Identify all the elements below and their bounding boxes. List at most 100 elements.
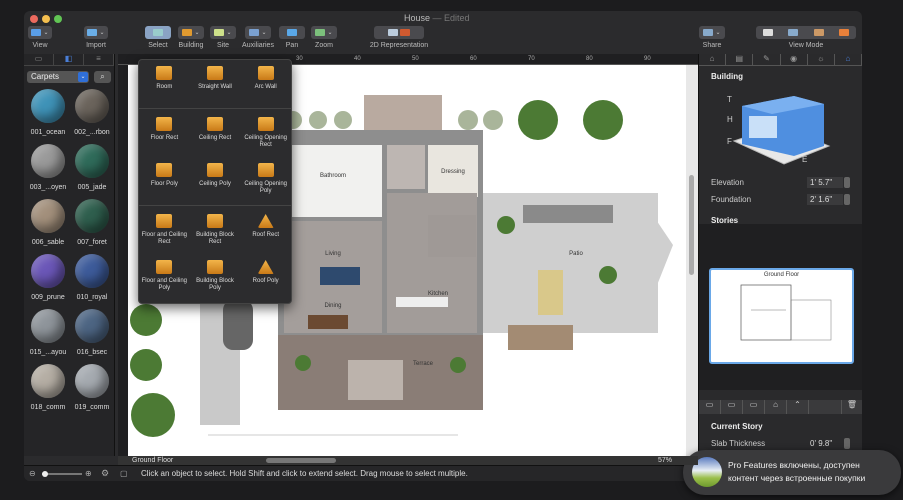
slab-thickness-label: Slab Thickness [711, 439, 766, 448]
pan-icon [287, 29, 297, 36]
ceiling-rect-icon [206, 117, 223, 131]
add-story-above-icon[interactable]: ▭ [699, 400, 721, 414]
sun-tab-icon[interactable]: ☼ [808, 54, 835, 65]
trash-icon[interactable]: 🗑 [841, 400, 862, 414]
toolbar-2d-representation[interactable]: 2D Representation [364, 26, 434, 49]
building-tab-icon[interactable]: ⌂ [835, 54, 862, 65]
roof-view-icon[interactable] [839, 29, 850, 36]
material-item[interactable]: 006_sable [26, 199, 70, 246]
toolbar-select[interactable]: Select [144, 26, 172, 49]
menu-item-floor-and-ceiling-rect[interactable]: Floor and Ceiling Rect [139, 208, 190, 254]
toolbar-auxiliaries[interactable]: ⌄ Auxiliaries [238, 26, 278, 49]
pencil-tab-icon[interactable]: ✎ [753, 54, 781, 65]
material-swatch [31, 364, 65, 398]
building-diagram: T H F E [727, 95, 831, 165]
camera-tab-icon[interactable]: ◉ [781, 54, 808, 65]
material-item[interactable]: 007_foret [70, 199, 114, 246]
menu-item-straight-wall[interactable]: Straight Wall [190, 60, 241, 106]
toolbar-view[interactable]: ⌄ View [28, 26, 52, 49]
menu-item-building-block-rect[interactable]: Building Block Rect [190, 208, 241, 254]
menu-item-label: Building Block Poly [196, 278, 234, 291]
minimize-button[interactable] [42, 15, 50, 23]
material-item[interactable]: 003_...oyen [26, 144, 70, 191]
story-toolbar: ▭ ▭ ▭ ⌂ ⌃ 🗑 [699, 400, 862, 414]
menu-item-ceiling-poly[interactable]: Ceiling Poly [190, 157, 241, 203]
menu-item-room[interactable]: Room [139, 60, 190, 106]
material-item[interactable]: 001_ocean [26, 89, 70, 136]
close-button[interactable] [30, 15, 38, 23]
bathroom-floor [284, 145, 382, 217]
zoom-out-icon[interactable]: ⊖ [29, 469, 36, 478]
material-name: 007_foret [77, 239, 107, 246]
menu-item-label: Floor Poly [150, 181, 178, 187]
story-card-ground-floor[interactable]: Ground Floor [709, 268, 854, 364]
thumbnail-size-slider[interactable] [42, 471, 82, 477]
menu-item-label: Building Block Rect [196, 232, 234, 245]
toolbar-site[interactable]: ⌄ Site [208, 26, 238, 49]
materials-tab-icon[interactable]: ◧ [54, 54, 84, 65]
category-select[interactable]: Carpets ⌄ [27, 71, 89, 83]
menu-item-arc-wall[interactable]: Arc Wall [240, 60, 291, 106]
slab-thickness-stepper[interactable] [844, 438, 850, 449]
print-tab-icon[interactable]: ▤ [726, 54, 754, 65]
menu-item-label: Floor and Ceiling Poly [141, 278, 187, 291]
list-tab-icon[interactable]: ≡ [84, 54, 114, 65]
add-story-below-icon[interactable]: ▭ [721, 400, 743, 414]
menu-item-ceiling-opening-poly[interactable]: Ceiling Opening Poly [240, 157, 291, 203]
material-item[interactable]: 002_...rbon [70, 89, 114, 136]
stories-list: Ground Floor [699, 224, 862, 390]
material-item[interactable]: 015_...ayou [26, 309, 70, 356]
toolbar-import[interactable]: ⌄ Import [82, 26, 110, 49]
room-label-bathroom: Bathroom [320, 173, 346, 179]
menu-item-floor-poly[interactable]: Floor Poly [139, 157, 190, 203]
material-name: 009_prune [31, 294, 65, 301]
zoom-button[interactable] [54, 15, 62, 23]
building-block-poly-icon [206, 260, 223, 274]
zoom-level: 57% [658, 457, 673, 464]
horizontal-scrollbar[interactable] [266, 458, 336, 463]
menu-item-floor-rect[interactable]: Floor Rect [139, 111, 190, 157]
menu-item-floor-and-ceiling-poly[interactable]: Floor and Ceiling Poly [139, 254, 190, 300]
toolbar-building[interactable]: ⌄ Building [176, 26, 206, 49]
material-item[interactable]: 010_royal [70, 254, 114, 301]
menu-item-ceiling-opening-rect[interactable]: Ceiling Opening Rect [240, 111, 291, 157]
floor-selector[interactable]: Ground Floor [132, 456, 173, 465]
menu-item-building-block-poly[interactable]: Building Block Poly [190, 254, 241, 300]
material-item[interactable]: 005_jade [70, 144, 114, 191]
floor-and-ceiling-rect-icon [156, 214, 173, 228]
slab-thickness-field[interactable]: 0' 9.8" [807, 438, 843, 449]
add-roof-story-icon[interactable]: ⌂ [765, 400, 787, 414]
menu-item-ceiling-rect[interactable]: Ceiling Rect [190, 111, 241, 157]
foundation-stepper[interactable] [844, 194, 850, 205]
add-roof-icon[interactable]: ⌃ [787, 400, 809, 414]
menu-item-roof-poly[interactable]: Roof Poly [240, 254, 291, 300]
toolbar-view-mode[interactable]: View Mode [754, 26, 858, 49]
toolbar-share[interactable]: ⌄ Share [698, 26, 726, 49]
furniture-tab-icon[interactable]: ▭ [24, 54, 54, 65]
elevation-field[interactable]: 1' 5.7" [807, 177, 843, 188]
material-item[interactable]: 009_prune [26, 254, 70, 301]
2d-view-icon[interactable] [762, 29, 773, 36]
elevation-stepper[interactable] [844, 177, 850, 188]
search-button[interactable]: ⌕ [94, 71, 111, 83]
furniture-tab-icon[interactable]: ⌂ [699, 54, 727, 65]
material-name: 006_sable [31, 239, 65, 246]
toolbar-pan[interactable]: Pan [278, 26, 306, 49]
material-item[interactable]: 019_comm [70, 364, 114, 411]
settings-icon[interactable]: ⚙ [101, 468, 109, 479]
car [223, 300, 253, 350]
pro-features-notification[interactable]: Pro Features включены, доступен контент ч… [683, 450, 901, 495]
toolbar-zoom[interactable]: ⌄ Zoom [310, 26, 338, 49]
menu-item-roof-rect[interactable]: Roof Rect [240, 208, 291, 254]
foundation-field[interactable]: 2' 1.6" [807, 194, 843, 205]
inspector-panel: ⌂ ▤ ✎ ◉ ☼ ⌂ Building T H F E Elevation 1' 5.7… [698, 54, 862, 456]
zoom-icon [315, 29, 326, 36]
3d-view-icon[interactable] [788, 29, 799, 36]
split-view-icon[interactable] [813, 29, 824, 36]
material-item[interactable]: 016_bsec [70, 309, 114, 356]
zoom-in-icon[interactable]: ⊕ [85, 469, 92, 478]
dining-table [308, 315, 348, 329]
vertical-scrollbar[interactable] [686, 65, 698, 456]
duplicate-story-icon[interactable]: ▭ [743, 400, 765, 414]
material-item[interactable]: 018_comm [26, 364, 70, 411]
